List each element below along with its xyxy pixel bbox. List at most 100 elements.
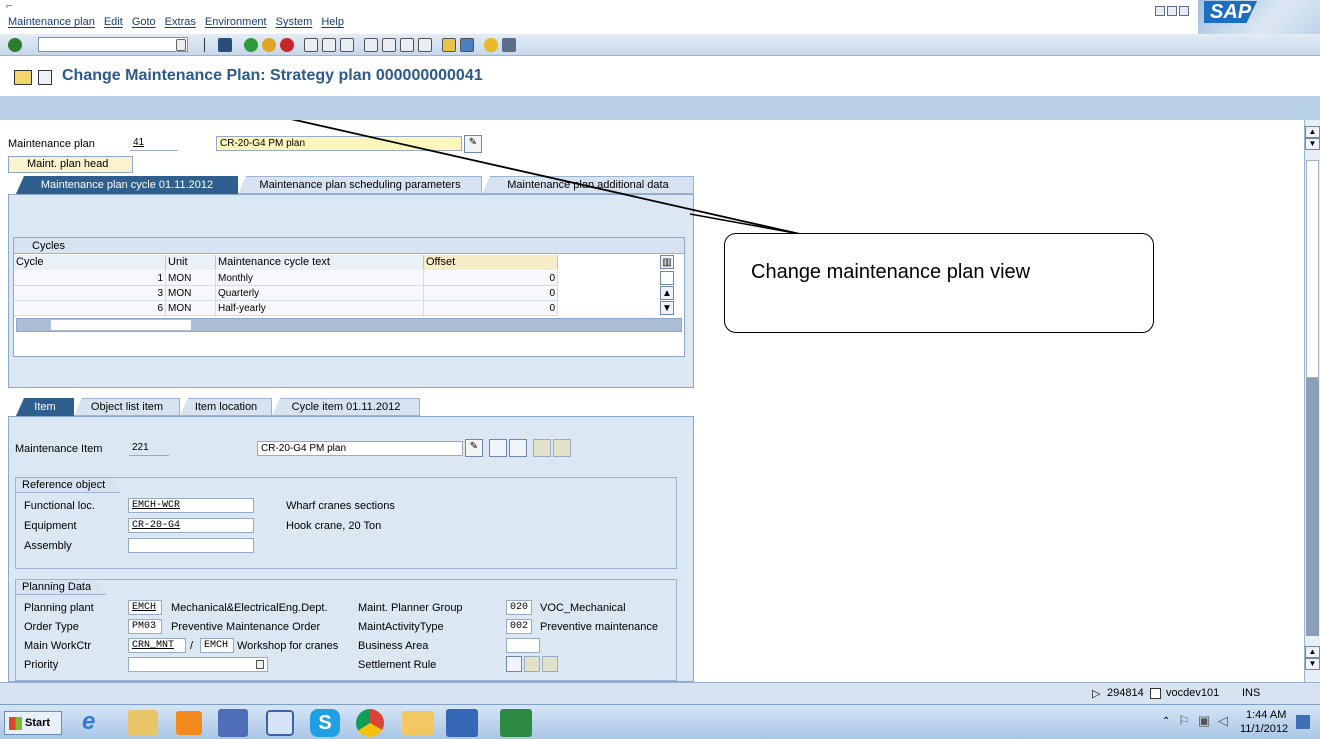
select-all-box[interactable] <box>660 271 674 285</box>
clock-time[interactable]: 1:44 AM <box>1246 709 1286 721</box>
tab-item[interactable]: Item <box>16 398 74 416</box>
previous-page-icon[interactable] <box>382 38 396 52</box>
cycle-value[interactable]: 6 <box>14 301 166 316</box>
scroll-down-icon[interactable]: ▼ <box>1305 138 1320 150</box>
excel-icon[interactable] <box>500 709 532 737</box>
close-icon[interactable] <box>1179 6 1189 16</box>
scroll-down-icon[interactable]: ▼ <box>660 301 674 315</box>
equipment-field[interactable]: CR-20-G4 <box>128 518 254 533</box>
show-desktop-button[interactable] <box>1296 715 1310 729</box>
menu-environment[interactable]: Environment <box>205 16 267 28</box>
menu-help[interactable]: Help <box>321 16 344 28</box>
tab-cycle-item[interactable]: Cycle item 01.11.2012 <box>272 398 420 416</box>
column-cycle-text[interactable]: Maintenance cycle text <box>216 255 424 270</box>
table-row[interactable]: 1 MON Monthly 0 <box>14 271 558 286</box>
unit-value[interactable]: MON <box>166 301 216 316</box>
tab-scheduling-parameters[interactable]: Maintenance plan scheduling parameters <box>238 176 482 194</box>
show-hidden-icons[interactable]: ⌃ <box>1162 716 1170 727</box>
table-row[interactable]: 3 MON Quarterly 0 <box>14 286 558 301</box>
column-unit[interactable]: Unit <box>166 255 216 270</box>
outlook-icon[interactable] <box>402 711 434 735</box>
planner-group-field[interactable]: 020 <box>506 600 532 615</box>
skype-icon[interactable]: S <box>310 709 340 737</box>
system-menu-icon[interactable]: ⌐ <box>6 0 12 12</box>
offset-value[interactable]: 0 <box>424 286 558 301</box>
cycle-value[interactable]: 3 <box>14 286 166 301</box>
clock-date[interactable]: 11/1/2012 <box>1240 723 1288 735</box>
maximize-icon[interactable] <box>1167 6 1177 16</box>
long-text-icon[interactable]: ✎ <box>465 439 483 457</box>
cycle-text-value[interactable]: Quarterly <box>216 286 424 301</box>
column-config-icon[interactable]: ▥ <box>660 255 674 269</box>
assembly-field[interactable] <box>128 538 254 553</box>
cancel-icon[interactable] <box>280 38 294 52</box>
back-arrow-icon[interactable] <box>204 38 212 52</box>
save-icon[interactable] <box>218 38 232 52</box>
maintenance-plan-text-field[interactable]: CR-20-G4 PM plan <box>216 136 462 151</box>
create-session-icon[interactable] <box>442 38 456 52</box>
cycle-text-value[interactable]: Half-yearly <box>216 301 424 316</box>
tab-object-list-item[interactable]: Object list item <box>74 398 180 416</box>
column-offset[interactable]: Offset <box>424 255 558 270</box>
status-toggle-icon[interactable]: ▷ <box>1092 687 1100 700</box>
settlement-rule-create-icon[interactable] <box>506 656 522 672</box>
menu-goto[interactable]: Goto <box>132 16 156 28</box>
volume-icon[interactable]: ◁ <box>1218 713 1228 729</box>
menu-edit[interactable]: Edit <box>104 16 123 28</box>
scroll-up-icon[interactable]: ▲ <box>660 286 674 300</box>
document-icon[interactable] <box>38 70 52 85</box>
horizontal-scrollbar[interactable] <box>16 318 682 332</box>
scroll-thumb[interactable] <box>51 320 191 330</box>
menu-maintenance-plan[interactable]: Maintenance plan <box>8 16 95 28</box>
next-page-icon[interactable] <box>400 38 414 52</box>
start-button[interactable]: Start <box>4 711 62 735</box>
table-row[interactable]: 6 MON Half-yearly 0 <box>14 301 558 316</box>
word-icon[interactable] <box>446 709 478 737</box>
workctr-plant-field[interactable]: EMCH <box>200 638 234 653</box>
vertical-scrollbar[interactable]: ▲ ▼ ▲ ▼ <box>1304 120 1320 682</box>
help-icon[interactable] <box>484 38 498 52</box>
cycle-text-value[interactable]: Monthly <box>216 271 424 286</box>
maint-plan-head-button[interactable]: Maint. plan head <box>8 156 133 173</box>
display-change-icon[interactable] <box>14 70 32 85</box>
new-document-icon[interactable] <box>489 439 507 457</box>
offset-value[interactable]: 0 <box>424 301 558 316</box>
offset-value[interactable]: 0 <box>424 271 558 286</box>
scroll-thumb[interactable] <box>1306 160 1319 378</box>
maintenance-item-text-field[interactable]: CR-20-G4 PM plan <box>257 441 463 456</box>
scroll-down-icon[interactable]: ▼ <box>1305 658 1320 670</box>
cycle-value[interactable]: 1 <box>14 271 166 286</box>
activity-type-field[interactable]: 002 <box>506 619 532 634</box>
scroll-up-icon[interactable]: ▲ <box>1305 646 1320 658</box>
sap-logon-icon[interactable] <box>218 709 248 737</box>
unit-value[interactable]: MON <box>166 271 216 286</box>
command-field[interactable] <box>38 37 188 52</box>
last-page-icon[interactable] <box>418 38 432 52</box>
layout-menu-icon[interactable] <box>502 38 516 52</box>
tab-additional-data[interactable]: Maintenance plan additional data <box>482 176 694 194</box>
functional-location-field[interactable]: EMCH-WCR <box>128 498 254 513</box>
media-player-icon[interactable] <box>176 711 202 735</box>
menu-extras[interactable]: Extras <box>165 16 196 28</box>
task-list-icon[interactable] <box>509 439 527 457</box>
back-icon[interactable] <box>244 38 258 52</box>
print-icon[interactable] <box>304 38 318 52</box>
shortcut-icon[interactable] <box>460 38 474 52</box>
priority-dropdown-icon[interactable] <box>256 660 264 669</box>
planning-plant-field[interactable]: EMCH <box>128 600 162 615</box>
command-dropdown-icon[interactable] <box>176 39 186 51</box>
file-explorer-icon[interactable] <box>128 710 158 736</box>
exit-icon[interactable] <box>262 38 276 52</box>
first-page-icon[interactable] <box>364 38 378 52</box>
business-area-field[interactable] <box>506 638 540 653</box>
find-next-icon[interactable] <box>340 38 354 52</box>
sap-gui-icon[interactable] <box>266 710 294 736</box>
main-workctr-field[interactable]: CRN_MNT <box>128 638 186 653</box>
priority-field[interactable] <box>128 657 268 672</box>
server-info-icon[interactable] <box>1150 688 1161 699</box>
enter-icon[interactable] <box>8 38 22 52</box>
minimize-icon[interactable] <box>1155 6 1165 16</box>
order-type-field[interactable]: PM03 <box>128 619 162 634</box>
find-icon[interactable] <box>322 38 336 52</box>
network-icon[interactable]: ▣ <box>1198 713 1210 729</box>
